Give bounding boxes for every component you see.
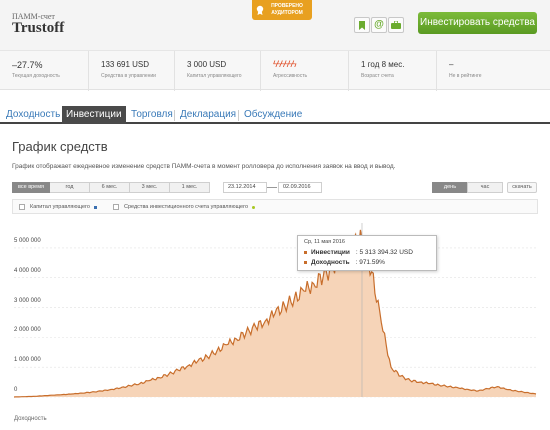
stat-value: – (449, 60, 454, 69)
legend-swatch (252, 205, 256, 209)
stat-account-age: 1 год 8 мес. Возраст счета (348, 51, 436, 91)
bullet-icon (304, 261, 307, 264)
checkbox-icon[interactable] (113, 204, 119, 210)
legend-label: Средства инвестиционного счета управляющ… (124, 204, 249, 210)
tooltip-date: Ср, 11 мая 2016 (304, 239, 345, 245)
tab-discussion[interactable]: Обсуждение (240, 106, 306, 124)
chart-tooltip: Ср, 11 мая 2016 Инвестиции : 5 313 394.3… (297, 235, 437, 271)
account-header: ПАММ-счет Trustoff ПРОВЕРЕНО АУДИТОРОМ @… (0, 0, 550, 50)
tab-divider (238, 110, 239, 121)
medal-icon (256, 5, 264, 15)
download-button[interactable]: скачать (507, 182, 537, 193)
stat-manager-capital: 3 000 USD Капитал управляющего (174, 51, 260, 91)
briefcase-icon (391, 21, 401, 29)
chart-legend: Капитал управляющего Средства инвестицио… (12, 199, 538, 214)
account-stats: –27.7% Текущая доходность 133 691 USD Ср… (0, 50, 550, 91)
legend-label: Капитал управляющего (30, 204, 90, 210)
y-tick-label: 0 (14, 387, 18, 393)
tab-returns[interactable]: Доходность (2, 106, 64, 124)
chart-title: График средств (12, 139, 108, 154)
y-tick-label: 1 000 000 (14, 357, 41, 364)
stat-value: –27.7% (12, 60, 43, 70)
aggressiveness-bolts-icon: ϟϟϟϟϟϟ (273, 59, 297, 69)
chart-description: График отображает ежедневное изменение с… (12, 163, 396, 170)
tab-investments[interactable]: Инвестиции (62, 106, 126, 124)
period-1-month-button[interactable]: 1 мес. (170, 182, 210, 193)
x-axis-caption: Доходность (14, 416, 47, 422)
tooltip-return-row: Доходность : 971.59% (304, 259, 385, 266)
y-tick-label: 4 000 000 (14, 267, 41, 274)
stat-aggressiveness: ϟϟϟϟϟϟ Агрессивность (260, 51, 348, 91)
granularity-day-button[interactable]: день (432, 182, 468, 193)
y-tick-label: 5 000 000 (14, 237, 41, 244)
stat-value: 1 год 8 мес. (361, 60, 405, 69)
stat-label: Возраст счета (361, 73, 394, 79)
stat-label: Текущая доходность (12, 73, 60, 79)
account-name: Trustoff (12, 20, 65, 36)
date-to-input[interactable]: 02.09.2016 (278, 182, 322, 193)
date-range-separator (267, 187, 277, 188)
stat-rating: – Не в рейтинге (436, 51, 550, 91)
y-tick-label: 2 000 000 (14, 327, 41, 334)
legend-manager-capital[interactable]: Капитал управляющего (19, 204, 97, 210)
account-tabs: Доходность Инвестиции Торговля Деклараци… (0, 106, 550, 124)
stat-label: Агрессивность (273, 73, 308, 79)
stat-current-return: –27.7% Текущая доходность (0, 51, 88, 91)
legend-manager-investment-funds[interactable]: Средства инвестиционного счета управляющ… (113, 204, 256, 210)
stat-label: Средства в управлении (101, 73, 156, 79)
tab-trading[interactable]: Торговля (127, 106, 177, 124)
stat-label: Капитал управляющего (187, 73, 242, 79)
tooltip-investments-value: : 5 313 394.32 USD (355, 249, 413, 256)
date-from-input[interactable]: 23.12.2014 (223, 182, 267, 193)
tooltip-investments-row: Инвестиции : 5 313 394.32 USD (304, 249, 413, 256)
bookmark-icon (359, 20, 365, 30)
portfolio-button[interactable] (388, 17, 404, 33)
tab-divider (174, 110, 175, 121)
tooltip-return-label: Доходность (311, 259, 350, 266)
stat-funds-under-management: 133 691 USD Средства в управлении (88, 51, 174, 91)
legend-swatch (94, 205, 97, 209)
tooltip-return-value: : 971.59% (355, 259, 385, 266)
at-sign-icon: @ (374, 19, 384, 30)
bullet-icon (304, 251, 307, 254)
tooltip-investments-label: Инвестиции (311, 249, 350, 256)
period-all-time-button[interactable]: все время (12, 182, 50, 193)
funds-chart[interactable] (0, 215, 550, 415)
period-year-button[interactable]: год (50, 182, 90, 193)
invest-funds-button[interactable]: Инвестировать средства (418, 12, 537, 34)
bookmark-button[interactable] (354, 17, 370, 33)
tab-declaration[interactable]: Декларация (176, 106, 240, 124)
period-6-months-button[interactable]: 6 мес. (90, 182, 130, 193)
email-button[interactable]: @ (371, 17, 387, 33)
stat-value: 3 000 USD (187, 60, 227, 69)
y-tick-label: 3 000 000 (14, 297, 41, 304)
checkbox-icon[interactable] (19, 204, 25, 210)
auditor-verified-badge[interactable]: ПРОВЕРЕНО АУДИТОРОМ (252, 0, 312, 20)
period-selector: все время год 6 мес. 3 мес. 1 мес. (12, 182, 210, 193)
period-3-months-button[interactable]: 3 мес. (130, 182, 170, 193)
granularity-hour-button[interactable]: час (467, 182, 503, 193)
stat-value: 133 691 USD (101, 60, 150, 69)
stat-label: Не в рейтинге (449, 73, 482, 79)
verified-badge-text: ПРОВЕРЕНО АУДИТОРОМ (271, 3, 303, 16)
